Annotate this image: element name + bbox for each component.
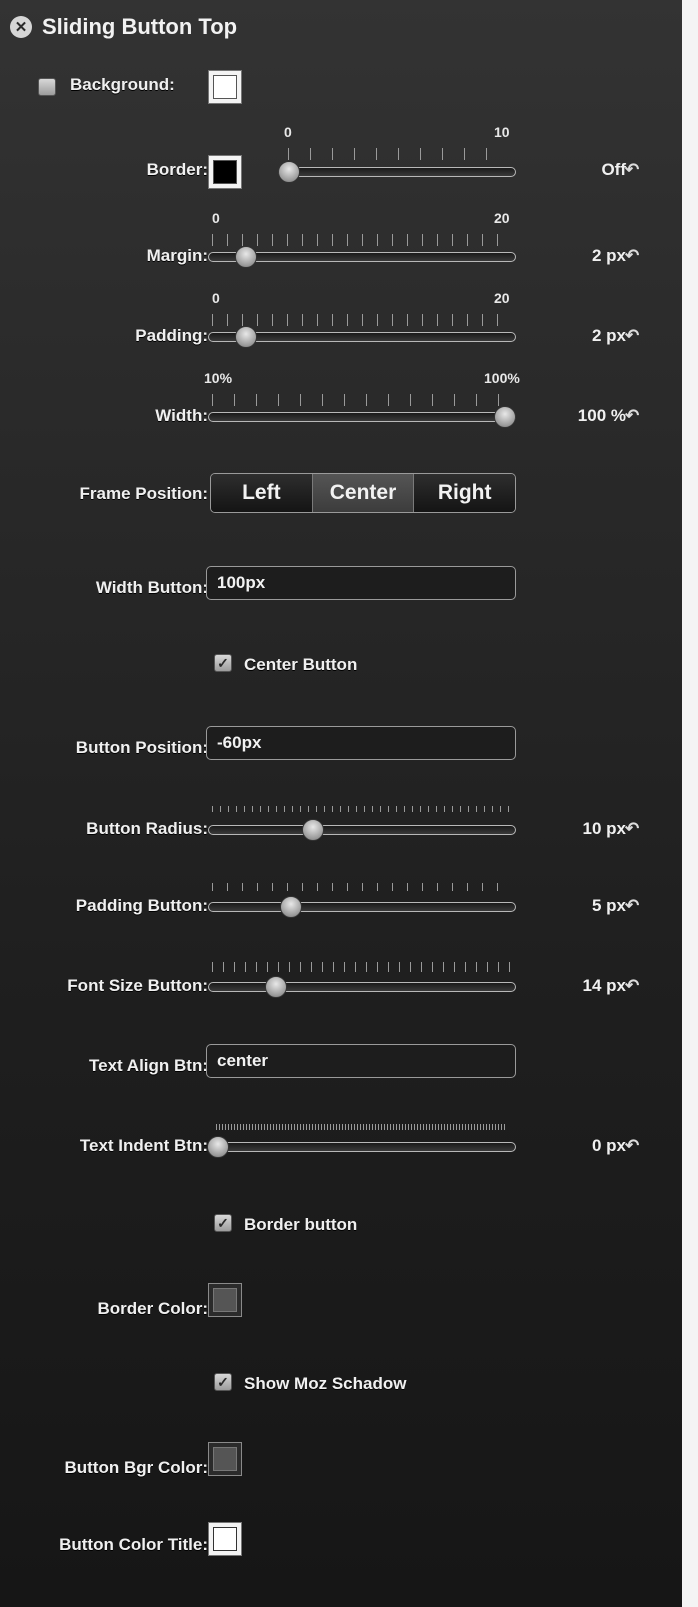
font-size-button-value: 14 px — [582, 976, 626, 995]
undo-arrow-icon[interactable]: ↶ — [625, 976, 639, 996]
undo-arrow-icon[interactable]: ↶ — [625, 819, 639, 839]
margin-slider-ticks — [212, 234, 512, 246]
center-button-checkbox[interactable]: ✓ — [214, 654, 232, 672]
text-indent-btn-value: 0 px — [591, 1136, 626, 1155]
padding-min-label: 0 — [212, 290, 220, 306]
text-align-btn-label: Text Align Btn: — [89, 1056, 208, 1075]
frame-position-left[interactable]: Left — [211, 474, 313, 512]
button-position-input[interactable]: -60px — [206, 726, 516, 760]
undo-arrow-icon[interactable]: ↶ — [625, 406, 639, 426]
text-align-btn-input[interactable]: center — [206, 1044, 516, 1078]
width-label: Width: — [155, 406, 208, 425]
undo-arrow-icon[interactable]: ↶ — [625, 160, 639, 180]
background-label: Background: — [70, 75, 175, 94]
center-button-label: Center Button — [244, 655, 358, 674]
margin-max-label: 20 — [494, 210, 510, 226]
width-min-label: 10% — [204, 370, 233, 386]
padding-button-slider-knob[interactable] — [280, 896, 302, 918]
window-edge — [682, 0, 698, 1607]
margin-value: 2 px — [591, 246, 626, 265]
font-size-button-slider-ticks — [212, 962, 512, 972]
padding-value: 2 px — [591, 326, 626, 345]
margin-min-label: 0 — [212, 210, 220, 226]
padding-button-label: Padding Button: — [75, 896, 208, 915]
border-max-label: 10 — [494, 124, 510, 140]
padding-button-slider-track[interactable] — [208, 902, 516, 912]
frame-position-center[interactable]: Center — [312, 474, 415, 512]
border-color-swatch[interactable] — [208, 155, 242, 189]
border-min-label: 0 — [284, 124, 292, 140]
frame-position-right[interactable]: Right — [414, 474, 515, 512]
border-slider-knob[interactable] — [278, 161, 300, 183]
button-radius-slider-knob[interactable] — [302, 819, 324, 841]
border-slider-track[interactable] — [278, 167, 516, 177]
margin-slider-knob[interactable] — [235, 246, 257, 268]
padding-max-label: 20 — [494, 290, 510, 306]
width-button-input[interactable]: 100px — [206, 566, 516, 600]
width-value: 100 % — [577, 406, 626, 425]
border-label: Border: — [146, 160, 208, 179]
button-position-label: Button Position: — [75, 738, 208, 757]
undo-arrow-icon[interactable]: ↶ — [625, 246, 639, 266]
show-moz-shadow-checkbox[interactable]: ✓ — [214, 1373, 232, 1391]
button-radius-slider-track[interactable] — [208, 825, 516, 835]
font-size-button-slider-track[interactable] — [208, 982, 516, 992]
width-button-label: Width Button: — [95, 578, 208, 597]
border-value: Off — [601, 160, 626, 179]
width-max-label: 100% — [484, 370, 520, 386]
background-checkbox[interactable] — [38, 78, 56, 96]
button-color-title-label: Button Color Title: — [59, 1535, 208, 1554]
text-indent-btn-slider-track[interactable] — [208, 1142, 516, 1152]
button-bgr-color-label: Button Bgr Color: — [64, 1458, 208, 1477]
border-button-checkbox[interactable]: ✓ — [214, 1214, 232, 1232]
text-indent-btn-label: Text Indent Btn: — [79, 1136, 208, 1155]
padding-label: Padding: — [135, 326, 208, 345]
button-radius-value: 10 px — [582, 819, 626, 838]
padding-button-slider-ticks — [212, 883, 512, 891]
border-slider-ticks — [288, 148, 508, 160]
undo-arrow-icon[interactable]: ↶ — [625, 896, 639, 916]
width-slider-knob[interactable] — [494, 406, 516, 428]
panel-header: ✕ Sliding Button Top — [10, 10, 237, 44]
button-color-title-picker[interactable] — [208, 1522, 242, 1556]
font-size-button-label: Font Size Button: — [67, 976, 208, 995]
frame-position-label: Frame Position: — [79, 484, 208, 503]
panel-title: Sliding Button Top — [42, 14, 238, 39]
frame-position-segmented-control: Left Center Right — [210, 473, 516, 513]
button-radius-label: Button Radius: — [86, 819, 208, 838]
undo-arrow-icon[interactable]: ↶ — [625, 1136, 639, 1156]
margin-label: Margin: — [146, 246, 208, 265]
font-size-button-slider-knob[interactable] — [265, 976, 287, 998]
text-indent-btn-slider-ticks — [216, 1124, 506, 1130]
text-indent-btn-slider-knob[interactable] — [207, 1136, 229, 1158]
close-icon[interactable]: ✕ — [10, 16, 32, 38]
border-color-label: Border Color: — [97, 1299, 209, 1318]
width-slider-track[interactable] — [208, 412, 516, 422]
padding-slider-ticks — [212, 314, 512, 326]
width-slider-ticks — [212, 394, 512, 406]
undo-arrow-icon[interactable]: ↶ — [625, 326, 639, 346]
border-color-picker[interactable] — [208, 1283, 242, 1317]
show-moz-shadow-label: Show Moz Schadow — [244, 1374, 407, 1393]
button-bgr-color-picker[interactable] — [208, 1442, 242, 1476]
background-color-swatch[interactable] — [208, 70, 242, 104]
border-button-label: Border button — [244, 1215, 358, 1234]
button-radius-slider-ticks — [212, 806, 512, 812]
padding-slider-knob[interactable] — [235, 326, 257, 348]
padding-button-value: 5 px — [591, 896, 626, 915]
